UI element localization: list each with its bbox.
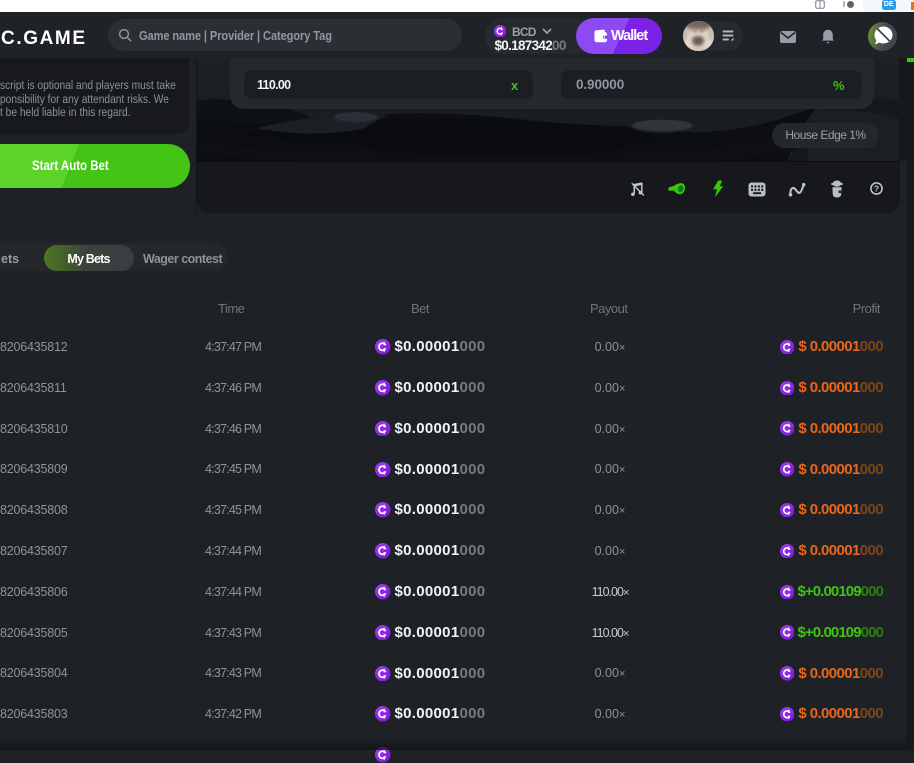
svg-text:?: ? [874,184,879,194]
